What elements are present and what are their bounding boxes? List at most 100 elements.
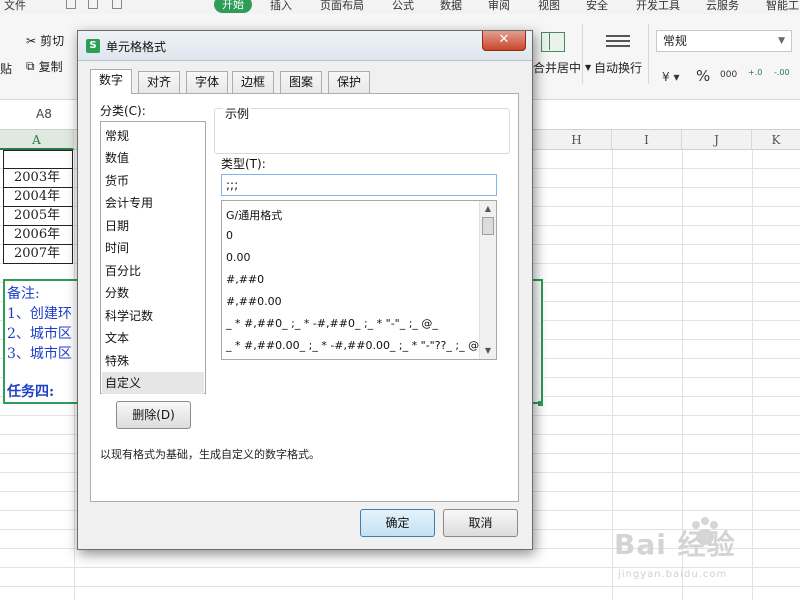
hint-text: 以现有格式为基础，生成自定义的数字格式。 — [100, 448, 320, 461]
number-format-select[interactable]: 常规 ▼ — [656, 30, 792, 52]
table-cell-year[interactable]: 2003年 — [3, 169, 73, 188]
grid-line — [612, 150, 613, 600]
cut-label: 剪切 — [40, 34, 65, 48]
category-item-scientific[interactable]: 科学记数 — [102, 305, 204, 327]
category-item-time[interactable]: 时间 — [102, 237, 204, 259]
category-item-accounting[interactable]: 会计专用 — [102, 192, 204, 214]
tab-number[interactable]: 数字 — [90, 69, 133, 94]
watermark-logo: Bai 经验 — [614, 528, 736, 561]
copy-button[interactable]: ⧉ 复制 — [26, 58, 63, 75]
cut-button[interactable]: ✂ 剪切 — [26, 32, 64, 49]
task-heading: 任务四: — [7, 384, 55, 400]
menu-page-layout[interactable]: 页面布局 — [320, 0, 364, 13]
category-item-number[interactable]: 数值 — [102, 147, 204, 169]
preview-icon[interactable] — [112, 0, 122, 9]
type-input[interactable] — [221, 174, 497, 196]
table-cell-year[interactable]: 2006年 — [3, 226, 73, 245]
menu-security[interactable]: 安全 — [586, 0, 608, 13]
column-header-a[interactable]: A — [0, 130, 74, 150]
column-header-k[interactable]: K — [752, 130, 800, 150]
list-item[interactable]: 0.00 — [226, 251, 251, 264]
menu-cloud[interactable]: 云服务 — [706, 0, 739, 13]
menu-developer[interactable]: 开发工具 — [636, 0, 680, 13]
column-header-h[interactable]: H — [542, 130, 612, 150]
copy-label: 复制 — [38, 60, 63, 74]
increase-decimal-button[interactable]: +.0 — [748, 68, 762, 77]
category-item-percentage[interactable]: 百分比 — [102, 260, 204, 282]
print-icon[interactable] — [88, 0, 98, 9]
tab-border[interactable]: 边框 — [232, 71, 275, 93]
cancel-button[interactable]: 取消 — [443, 509, 518, 537]
type-label: 类型(T): — [221, 157, 266, 171]
chevron-down-icon: ▼ — [585, 63, 592, 72]
currency-icon[interactable]: ¥ ▾ — [662, 70, 679, 84]
copy-icon: ⧉ — [26, 59, 35, 73]
category-item-general[interactable]: 常规 — [102, 125, 204, 147]
table-cell-year[interactable]: 2007年 — [3, 245, 73, 264]
paste-button[interactable]: 贴 — [0, 60, 12, 77]
sample-group: 示例 — [214, 105, 510, 154]
scissors-icon: ✂ — [26, 33, 37, 48]
number-tab-panel: 分类(C): 常规 数值 货币 会计专用 日期 时间 百分比 分数 科学记数 文… — [90, 93, 519, 502]
ok-button[interactable]: 确定 — [360, 509, 435, 537]
scroll-up-icon[interactable]: ▲ — [480, 201, 496, 217]
category-item-date[interactable]: 日期 — [102, 215, 204, 237]
sample-label: 示例 — [223, 105, 252, 122]
watermark-url: jingyan.baidu.com — [618, 569, 728, 580]
table-cell-year[interactable]: 2005年 — [3, 207, 73, 226]
format-code-list[interactable]: G/通用格式 0 0.00 #,##0 #,##0.00 _ * #,##0_ … — [221, 200, 497, 360]
delete-button[interactable]: 删除(D) — [116, 401, 191, 429]
menu-insert[interactable]: 插入 — [270, 0, 292, 13]
ribbon-divider — [648, 24, 649, 84]
cell-reference-box[interactable]: A8 — [36, 107, 52, 121]
remark-title: 备注: — [7, 286, 40, 302]
list-item[interactable]: #,##0 — [226, 273, 264, 286]
dialog-title: 单元格格式 — [106, 40, 167, 54]
list-scrollbar[interactable]: ▲ ▼ — [479, 201, 496, 359]
list-item[interactable]: #,##0.00 — [226, 295, 282, 308]
percent-button[interactable]: % — [696, 67, 710, 85]
category-list[interactable]: 常规 数值 货币 会计专用 日期 时间 百分比 分数 科学记数 文本 特殊 自定… — [100, 121, 206, 394]
number-format-value: 常规 — [663, 34, 688, 48]
list-item[interactable]: _ * #,##0_ ;_ * -#,##0_ ;_ * "-"_ ;_ @_ — [226, 317, 438, 330]
merge-center-label: 合并居中 — [533, 61, 582, 75]
tab-protection[interactable]: 保护 — [328, 71, 371, 93]
merge-center-button[interactable]: 合并居中 ▼ — [533, 59, 591, 76]
fill-handle[interactable] — [538, 401, 543, 406]
wrap-text-button[interactable]: 自动换行 — [594, 59, 642, 76]
dialog-titlebar[interactable]: S 单元格格式 ✕ — [78, 31, 532, 61]
tab-font[interactable]: 字体 — [186, 71, 229, 93]
list-item[interactable]: _ * #,##0.00_ ;_ * -#,##0.00_ ;_ * "-"??… — [226, 339, 485, 352]
tab-pattern[interactable]: 图案 — [280, 71, 323, 93]
menu-view[interactable]: 视图 — [538, 0, 560, 13]
category-item-special[interactable]: 特殊 — [102, 350, 204, 372]
remark-line-2: 2、城市区 — [7, 326, 72, 342]
menu-formula[interactable]: 公式 — [392, 0, 414, 13]
table-cell-empty[interactable] — [3, 150, 73, 169]
menu-file[interactable]: 文件 — [4, 0, 26, 13]
scroll-down-icon[interactable]: ▼ — [480, 343, 496, 359]
merge-center-icon[interactable] — [541, 32, 565, 52]
category-item-currency[interactable]: 货币 — [102, 170, 204, 192]
menu-smart[interactable]: 智能工 — [766, 0, 799, 13]
column-header-i[interactable]: I — [612, 130, 682, 150]
category-item-fraction[interactable]: 分数 — [102, 282, 204, 304]
category-item-custom[interactable]: 自定义 — [102, 372, 204, 394]
close-button[interactable]: ✕ — [482, 31, 526, 51]
thousands-button[interactable]: 000 — [720, 70, 737, 80]
menu-home[interactable]: 开始 — [214, 0, 252, 13]
menu-data[interactable]: 数据 — [440, 0, 462, 13]
scroll-thumb[interactable] — [482, 217, 494, 235]
table-cell-year[interactable]: 2004年 — [3, 188, 73, 207]
column-header-j[interactable]: J — [682, 130, 752, 150]
tab-alignment[interactable]: 对齐 — [138, 71, 181, 93]
menu-review[interactable]: 审阅 — [488, 0, 510, 13]
list-item[interactable]: G/通用格式 — [226, 207, 282, 223]
decrease-decimal-button[interactable]: -.00 — [774, 68, 790, 77]
save-icon[interactable] — [66, 0, 76, 9]
wrap-text-icon[interactable] — [606, 32, 630, 52]
wps-logo-icon: S — [86, 39, 100, 53]
list-item[interactable]: 0 — [226, 229, 233, 242]
category-item-text[interactable]: 文本 — [102, 327, 204, 349]
close-icon: ✕ — [498, 32, 510, 47]
